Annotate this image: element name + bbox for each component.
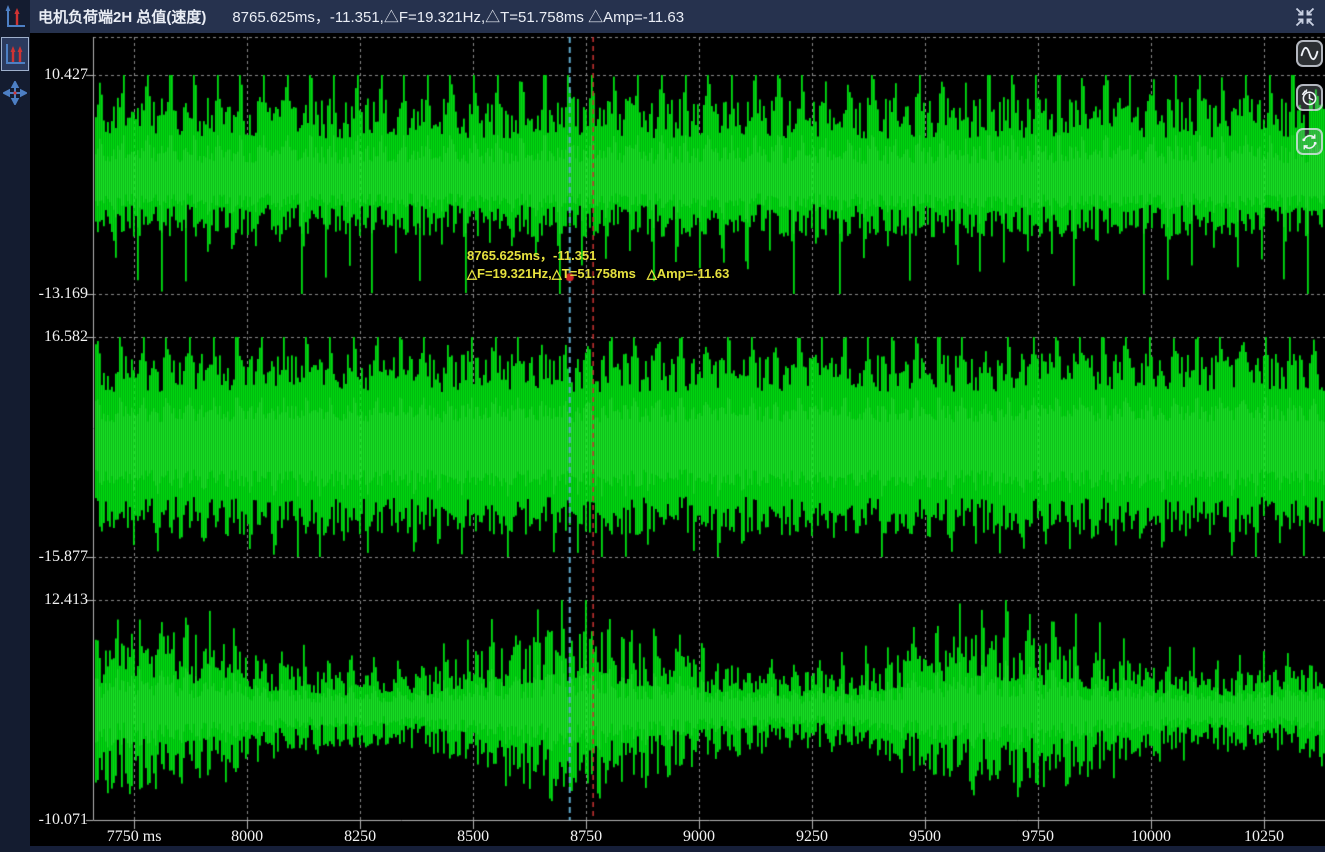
- history-button[interactable]: [1296, 84, 1323, 111]
- dual-cursor-tool-button[interactable]: [1, 37, 29, 71]
- x-axis-label: 9250: [796, 828, 828, 846]
- y-axis-label: -15.877: [30, 548, 88, 566]
- x-axis-label: 9750: [1022, 828, 1054, 846]
- refresh-cycle-icon: [1299, 131, 1320, 152]
- x-axis-label: 8000: [231, 828, 263, 846]
- collapse-button[interactable]: [1293, 5, 1317, 29]
- collapse-arrows-icon: [1294, 6, 1316, 28]
- vibration-analyzer-app: 10.427-13.16916.582-15.87712.413-10.071 …: [0, 0, 1325, 852]
- waveform-plot-region: 10.427-13.16916.582-15.87712.413-10.071 …: [0, 33, 1325, 852]
- pan-arrows-icon: [3, 81, 27, 105]
- x-axis-label: 7750 ms: [107, 828, 162, 846]
- waveform-canvas[interactable]: [0, 33, 1325, 852]
- bottom-strip: [0, 846, 1325, 852]
- x-axis-label: 8250: [344, 828, 376, 846]
- single-cursor-icon: [3, 4, 27, 30]
- x-axis-label: 10000: [1131, 828, 1171, 846]
- y-axis-label: 16.582: [30, 328, 88, 346]
- y-axis-label: 12.413: [30, 591, 88, 609]
- y-axis-label: 10.427: [30, 66, 88, 84]
- cursor-annotation: 8765.625ms，-11.351△F=19.321Hz,△T=51.758m…: [467, 247, 729, 282]
- dual-cursor-icon: [3, 41, 27, 67]
- x-axis-label: 8500: [457, 828, 489, 846]
- title-bar: 电机负荷端2H 总值(速度) 8765.625ms，-11.351,△F=19.…: [30, 0, 1325, 33]
- pan-tool-button[interactable]: [1, 78, 29, 108]
- cursor-annotation-line2: △F=19.321Hz,△T=51.758ms △Amp=-11.63: [467, 265, 729, 283]
- refresh-button[interactable]: [1296, 128, 1323, 155]
- clock-history-icon: [1299, 87, 1320, 108]
- x-axis-label: 10250: [1244, 828, 1284, 846]
- x-axis-label: 9500: [909, 828, 941, 846]
- x-axis-label: 9000: [683, 828, 715, 846]
- tool-sidebar: [0, 0, 30, 852]
- waveform-view-button[interactable]: [1296, 40, 1323, 67]
- x-axis-label: 8750: [570, 828, 602, 846]
- y-axis-label: -13.169: [30, 285, 88, 303]
- cursor-annotation-line1: 8765.625ms，-11.351: [467, 247, 729, 265]
- titlebar-cursor-readout: 8765.625ms，-11.351,△F=19.321Hz,△T=51.758…: [232, 6, 684, 27]
- y-axis-label: -10.071: [30, 811, 88, 829]
- sine-wave-icon: [1299, 43, 1320, 64]
- page-title: 电机负荷端2H 总值(速度): [38, 6, 206, 27]
- single-cursor-tool-button[interactable]: [1, 2, 29, 32]
